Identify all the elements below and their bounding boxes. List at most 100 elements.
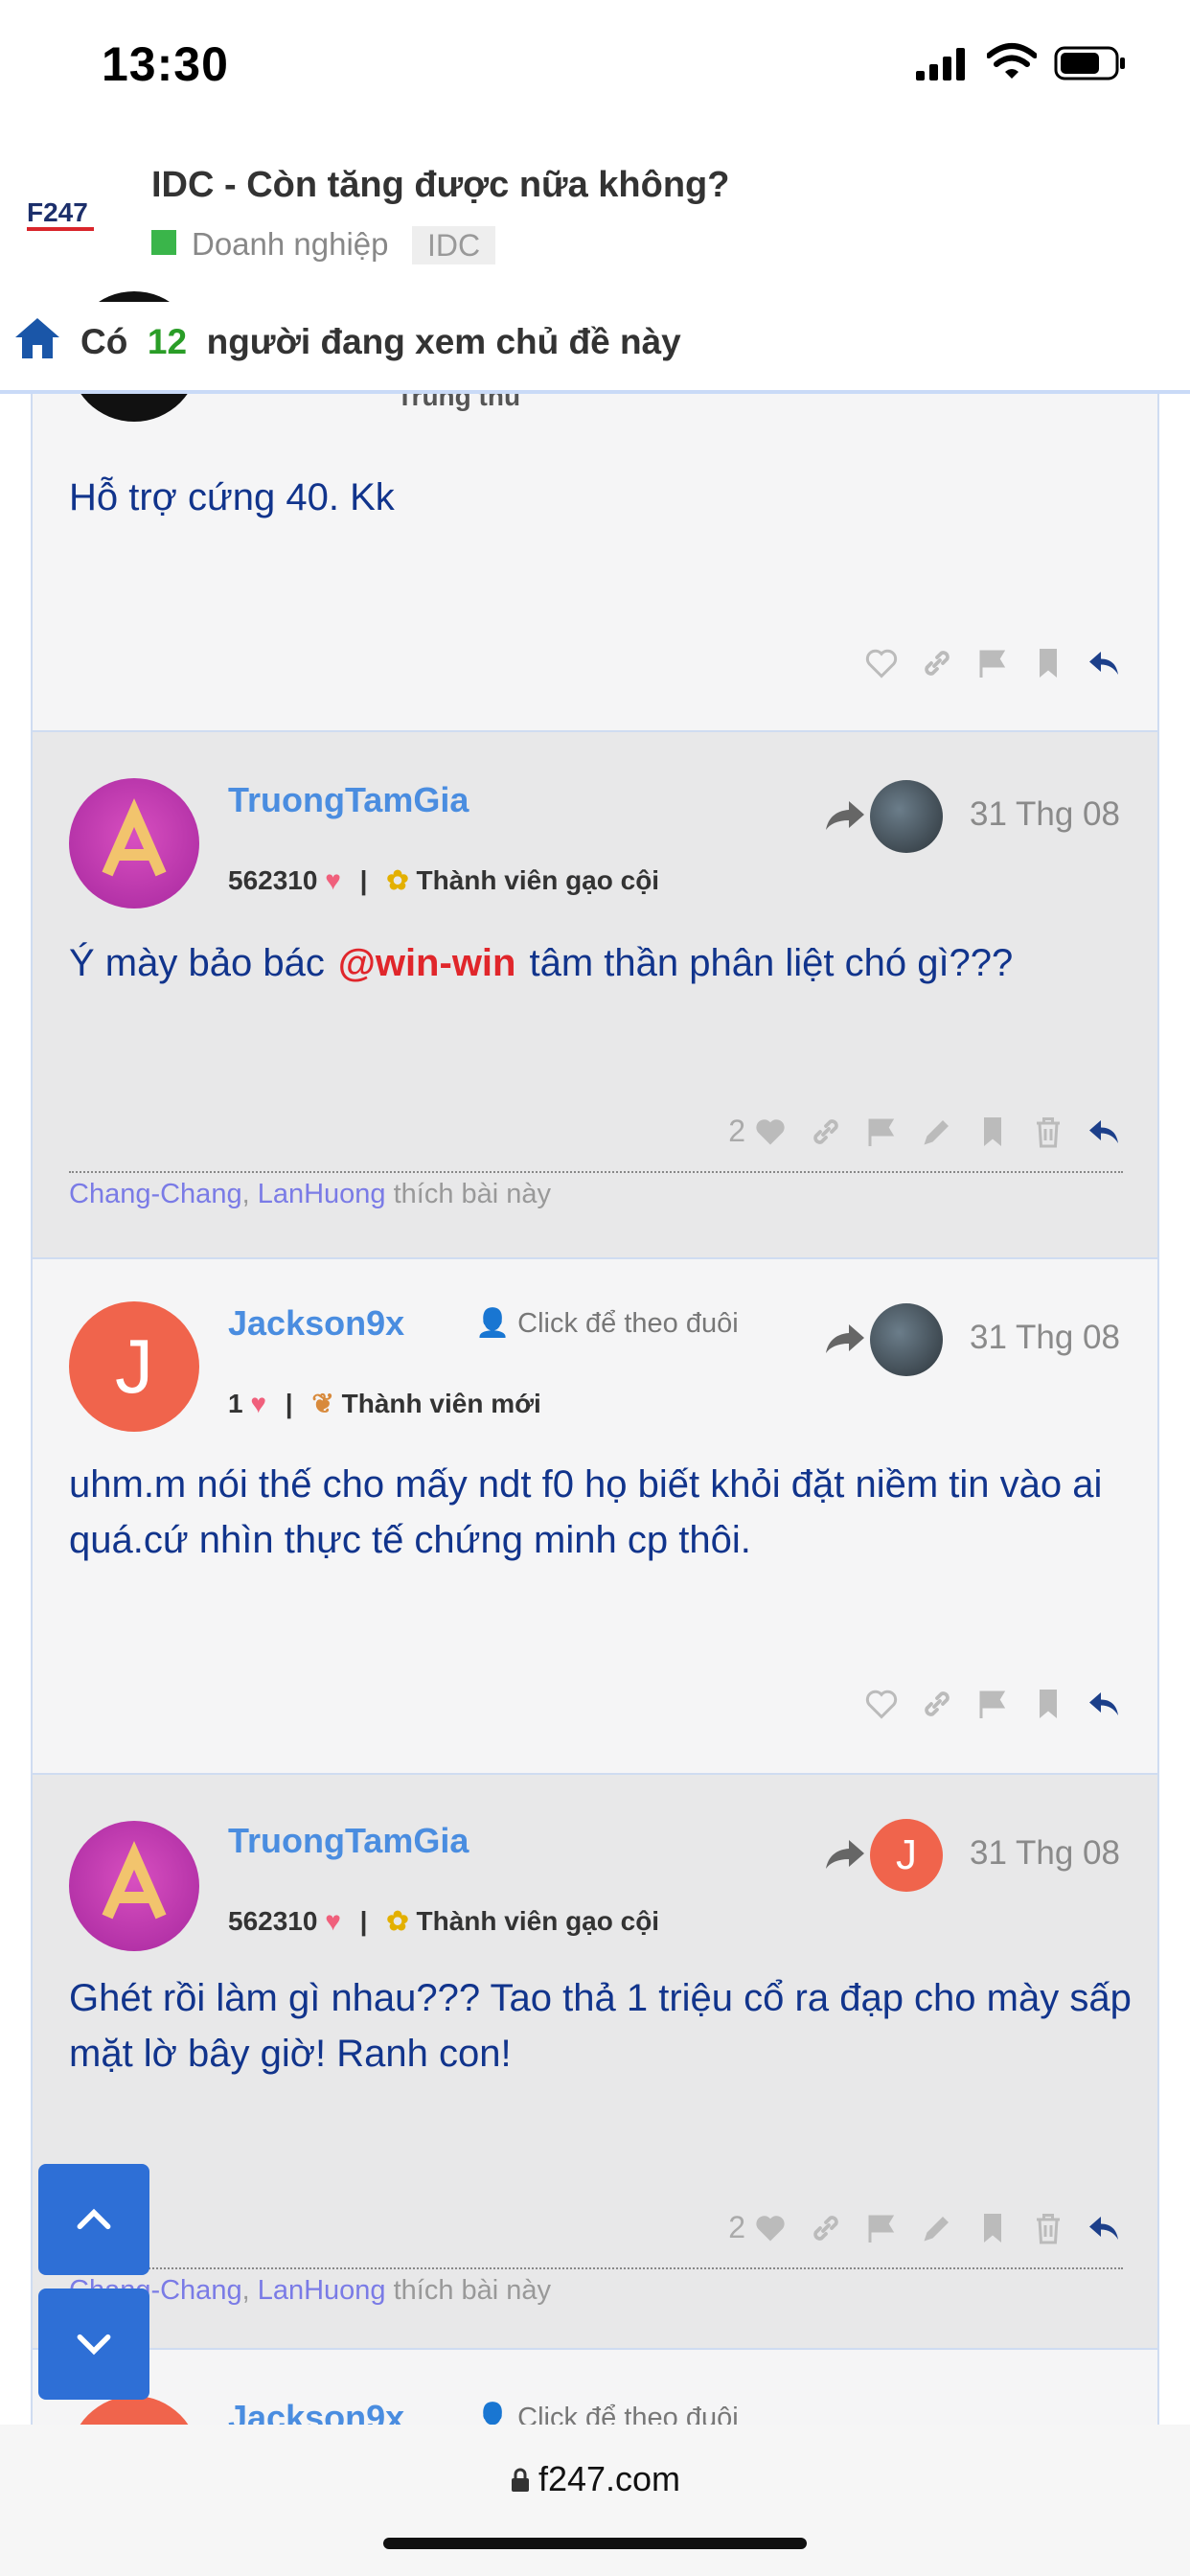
post-item: TruongTamGia 562310 ♥ | ✿ Thành viên gạo… bbox=[31, 732, 1159, 1259]
liked-by-user-link[interactable]: LanHuong bbox=[258, 2275, 386, 2306]
tag-idc[interactable]: IDC bbox=[412, 226, 496, 264]
heart-icon: ♥ bbox=[325, 865, 341, 895]
follow-label: Click để theo đuôi bbox=[517, 1308, 739, 1339]
user-avatar[interactable] bbox=[69, 778, 199, 908]
post-item: J Jackson9x 👤 Click để theo đuôi 1 ♥ | ❦… bbox=[31, 1259, 1159, 1775]
like-icon[interactable] bbox=[864, 646, 899, 680]
liked-by-line: Chang-Chang, LanHuong thích bài này bbox=[69, 1171, 1123, 1210]
bookmark-icon[interactable] bbox=[975, 2211, 1010, 2245]
browser-bottom-bar bbox=[0, 2425, 1190, 2576]
wifi-icon bbox=[987, 43, 1037, 79]
flag-icon[interactable] bbox=[975, 1687, 1010, 1721]
like-count: 2 bbox=[728, 1114, 745, 1148]
post-item: Trung thu Hỗ trợ cứng 40. Kk bbox=[31, 291, 1159, 732]
like-icon[interactable] bbox=[753, 1115, 788, 1149]
svg-text:F247: F247 bbox=[27, 197, 88, 227]
flag-icon[interactable] bbox=[864, 2211, 899, 2245]
reply-icon[interactable] bbox=[1087, 1687, 1121, 1721]
viewers-suffix: người đang xem chủ đề này bbox=[206, 322, 681, 361]
liked-by-user-link[interactable]: Chang-Chang bbox=[69, 1179, 242, 1209]
flag-icon[interactable] bbox=[975, 646, 1010, 680]
category-link[interactable]: Doanh nghiệp bbox=[192, 226, 389, 263]
username-link[interactable]: TruongTamGia bbox=[228, 1821, 469, 1861]
post-body: uhm.m nói thế cho mấy ndt f0 họ biết khỏ… bbox=[69, 1463, 1103, 1561]
liked-by-user-link[interactable]: LanHuong bbox=[258, 1179, 386, 1209]
link-icon[interactable] bbox=[809, 2211, 843, 2245]
like-count: 2 bbox=[728, 2210, 745, 2244]
medal-icon: ✿ bbox=[386, 865, 409, 895]
share-icon[interactable] bbox=[824, 1838, 866, 1871]
user-reputation: 562310 ♥ | ✿ Thành viên gạo cội bbox=[228, 865, 660, 895]
like-icon[interactable] bbox=[753, 2211, 788, 2245]
url-text: f247.com bbox=[538, 2459, 681, 2498]
reply-to-avatar[interactable] bbox=[870, 780, 943, 853]
trash-icon[interactable] bbox=[1031, 1115, 1065, 1149]
brand-logo-icon bbox=[102, 798, 167, 877]
status-time: 13:30 bbox=[102, 37, 229, 91]
share-icon[interactable] bbox=[824, 799, 866, 832]
link-icon[interactable] bbox=[920, 1687, 954, 1721]
liked-suffix: thích bài này bbox=[393, 1179, 552, 1209]
post-text: Ý mày bảo bác bbox=[69, 942, 325, 984]
home-icon[interactable] bbox=[13, 316, 61, 360]
topic-title[interactable]: IDC - Còn tăng được nữa không? bbox=[151, 165, 729, 206]
post-body: Hỗ trợ cứng 40. Kk bbox=[69, 476, 395, 518]
share-icon[interactable] bbox=[824, 1322, 866, 1355]
reputation-value: 562310 bbox=[228, 865, 318, 895]
post-item: TruongTamGia 562310 ♥ | ✿ Thành viên gạo… bbox=[31, 1775, 1159, 2350]
bookmark-icon[interactable] bbox=[1031, 1687, 1065, 1721]
user-reputation: 562310 ♥ | ✿ Thành viên gạo cội bbox=[228, 1906, 660, 1936]
user-avatar[interactable]: J bbox=[69, 1301, 199, 1432]
cellular-signal-icon bbox=[916, 48, 965, 80]
chevron-down-icon bbox=[77, 2334, 111, 2356]
liked-suffix: thích bài này bbox=[393, 2275, 552, 2306]
heart-icon: ♥ bbox=[250, 1389, 266, 1418]
flag-icon[interactable] bbox=[864, 1115, 899, 1149]
edit-icon[interactable] bbox=[920, 1115, 954, 1149]
username-link[interactable]: Jackson9x bbox=[228, 1303, 404, 1344]
post-date[interactable]: 31 Thg 08 bbox=[970, 795, 1120, 834]
mention-link[interactable]: @win-win bbox=[338, 942, 516, 984]
post-body: Ý mày bảo bác @win-win tâm thần phân liệt … bbox=[69, 935, 1142, 991]
brand-logo-icon bbox=[102, 1841, 167, 1920]
lock-icon bbox=[511, 2468, 529, 2492]
follow-button[interactable]: 👤 Click để theo đuôi bbox=[475, 1307, 739, 1340]
liked-by-line: Chang-Chang, LanHuong thích bài này bbox=[69, 2267, 1123, 2307]
post-text: tâm thần phân liệt chó gì??? bbox=[529, 942, 1014, 984]
user-avatar[interactable] bbox=[69, 1821, 199, 1951]
scroll-down-button[interactable] bbox=[38, 2288, 149, 2400]
edit-icon[interactable] bbox=[920, 2211, 954, 2245]
category-color-square bbox=[151, 230, 176, 255]
battery-icon bbox=[1054, 46, 1125, 80]
bookmark-icon[interactable] bbox=[1031, 646, 1065, 680]
heart-icon: ♥ bbox=[325, 1906, 341, 1936]
reply-icon[interactable] bbox=[1087, 646, 1121, 680]
viewers-count: 12 bbox=[147, 322, 188, 361]
viewers-prefix: Có bbox=[80, 322, 128, 361]
post-date[interactable]: 31 Thg 08 bbox=[970, 1319, 1120, 1357]
link-icon[interactable] bbox=[809, 1115, 843, 1149]
post-body: Ghét rồi làm gì nhau??? Tao thả 1 triệu … bbox=[69, 1977, 1132, 2075]
reply-icon[interactable] bbox=[1087, 1115, 1121, 1149]
link-icon[interactable] bbox=[920, 646, 954, 680]
reply-to-avatar[interactable]: J bbox=[870, 1819, 943, 1892]
viewers-count-text: Có 12 người đang xem chủ đề này bbox=[80, 322, 681, 362]
reply-to-avatar[interactable] bbox=[870, 1303, 943, 1376]
user-rank: Thành viên gạo cội bbox=[416, 865, 660, 895]
bookmark-icon[interactable] bbox=[975, 1115, 1010, 1149]
scroll-up-button[interactable] bbox=[38, 2164, 149, 2275]
reply-icon[interactable] bbox=[1087, 2211, 1121, 2245]
reputation-value: 562310 bbox=[228, 1906, 318, 1936]
medal-icon: ✿ bbox=[386, 1906, 409, 1936]
chevron-up-icon bbox=[77, 2208, 111, 2230]
f247-logo[interactable]: F247 bbox=[27, 196, 121, 235]
user-reputation: 1 ♥ | ❦ Thành viên mới bbox=[228, 1389, 541, 1418]
username-link[interactable]: TruongTamGia bbox=[228, 780, 469, 820]
address-bar[interactable]: f247.com bbox=[0, 2459, 1190, 2499]
trash-icon[interactable] bbox=[1031, 2211, 1065, 2245]
like-icon[interactable] bbox=[864, 1687, 899, 1721]
user-rank: Thành viên gạo cội bbox=[416, 1906, 660, 1936]
home-indicator[interactable] bbox=[383, 2538, 807, 2549]
post-date[interactable]: 31 Thg 08 bbox=[970, 1834, 1120, 1873]
reputation-value: 1 bbox=[228, 1389, 243, 1418]
